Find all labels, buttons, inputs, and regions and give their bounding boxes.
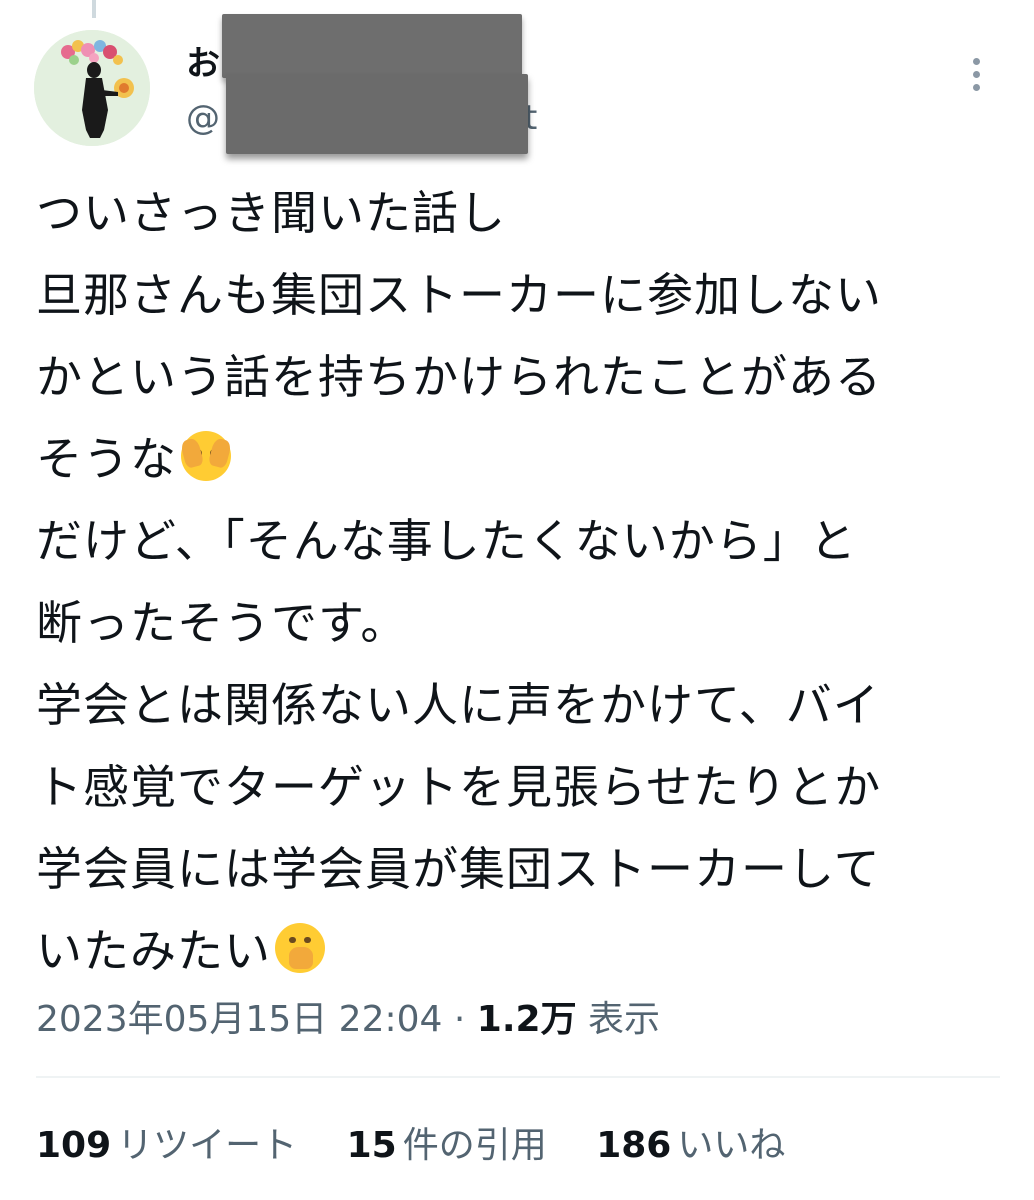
quotes-count: 15 — [346, 1125, 397, 1166]
author-handle-prefix[interactable]: @ — [186, 98, 220, 138]
tweet-line: だけど、「そんな事したくないから」と — [36, 514, 857, 568]
timestamp[interactable]: 2023年05月15日 22:04 — [36, 999, 442, 1040]
tweet-line: ついさっき聞いた話し — [36, 186, 506, 240]
tweet-line: ト感覚でターゲットを見張らせたりとか — [36, 760, 882, 814]
engagement-stats: 109 リツイート 15 件の引用 186 いいね — [36, 1116, 823, 1168]
divider — [36, 1076, 1000, 1078]
likes-label: いいね — [677, 1125, 786, 1166]
views-label: 表示 — [588, 999, 661, 1040]
quotes-stat[interactable]: 15 件の引用 — [347, 1116, 547, 1168]
hand-over-mouth-emoji-icon — [275, 923, 325, 973]
tweet-line: そうな — [36, 418, 1006, 500]
face-peeking-emoji-icon — [179, 431, 233, 481]
thread-connector-line — [92, 0, 96, 18]
author-avatar[interactable] — [34, 30, 150, 146]
likes-stat[interactable]: 186 いいね — [596, 1116, 785, 1168]
tweet-line: かという話を持ちかけられたことがある — [36, 350, 882, 404]
tweet-line: いたみたい — [36, 910, 1006, 992]
views-count: 1.2万 — [476, 999, 577, 1040]
redaction-box-handle — [226, 74, 528, 154]
likes-count: 186 — [596, 1125, 672, 1166]
tweet-metadata: 2023年05月15日 22:04 · 1.2万 表示 — [36, 990, 660, 1042]
tweet-line: 学会とは関係ない人に声をかけて、バイ — [36, 678, 880, 732]
separator-dot: · — [453, 999, 466, 1040]
quotes-label: 件の引用 — [402, 1125, 547, 1166]
retweets-stat[interactable]: 109 リツイート — [36, 1116, 297, 1168]
avatar-image — [34, 30, 150, 146]
author-name[interactable]: お — [186, 36, 220, 85]
retweets-count: 109 — [36, 1125, 112, 1166]
tweet-line: 学会員には学会員が集団ストーカーして — [36, 842, 881, 896]
redaction-box-name — [222, 14, 522, 78]
tweet-line: 断ったそうです。 — [36, 596, 408, 650]
tweet-text: ついさっき聞いた話し 旦那さんも集団ストーカーに参加しない かという話を持ちかけ… — [36, 172, 1006, 992]
retweets-label: リツイート — [117, 1125, 298, 1166]
more-options-icon[interactable] — [966, 58, 986, 98]
tweet-line: 旦那さんも集団ストーカーに参加しない — [36, 268, 882, 322]
